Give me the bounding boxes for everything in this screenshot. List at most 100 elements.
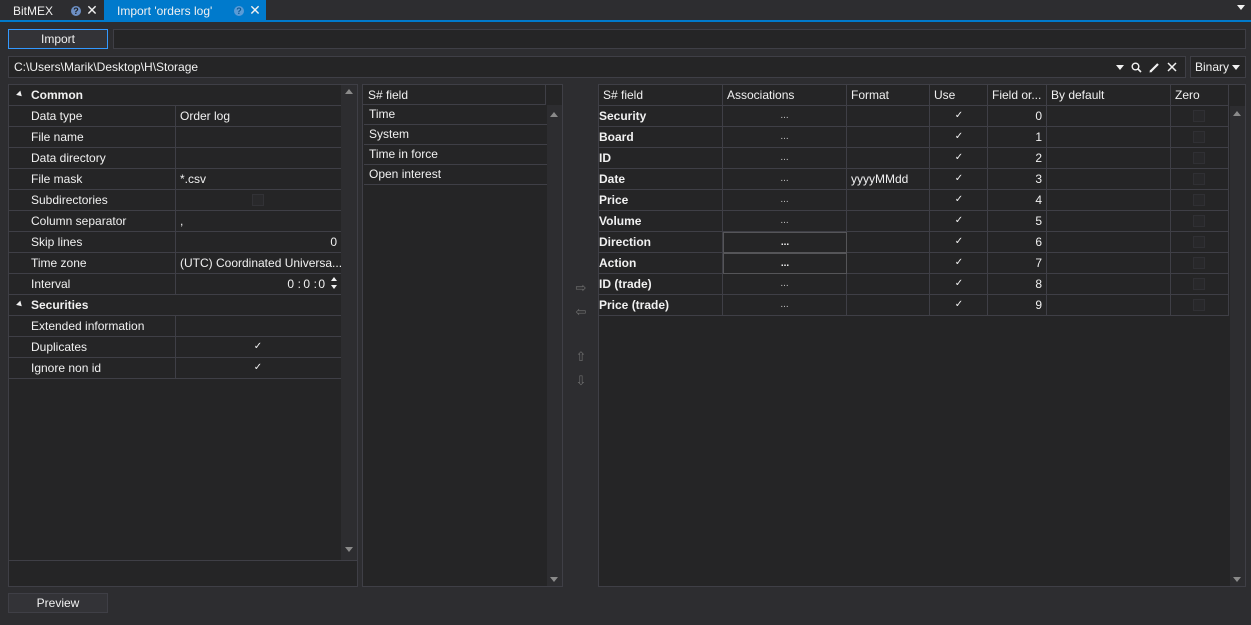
property-skip-lines[interactable]: Skip lines 0 bbox=[9, 232, 341, 253]
cell-default[interactable] bbox=[1047, 211, 1171, 232]
column-header-order[interactable]: Field or... bbox=[988, 85, 1047, 106]
cell-field[interactable]: ID (trade) bbox=[599, 274, 723, 295]
cell-zero[interactable] bbox=[1171, 190, 1229, 211]
column-header-associations[interactable]: Associations bbox=[723, 85, 847, 106]
format-select[interactable]: Binary bbox=[1190, 56, 1246, 78]
cell-default[interactable] bbox=[1047, 232, 1171, 253]
property-value[interactable] bbox=[175, 127, 341, 147]
cell-format[interactable] bbox=[847, 253, 930, 274]
cell-use[interactable]: ✓ bbox=[930, 106, 988, 127]
help-icon[interactable]: ? bbox=[234, 6, 244, 16]
cell-use[interactable]: ✓ bbox=[930, 295, 988, 316]
cell-zero[interactable] bbox=[1171, 274, 1229, 295]
category-securities[interactable]: Securities bbox=[9, 295, 341, 316]
zero-checkbox[interactable] bbox=[1193, 215, 1205, 227]
chevron-down-icon[interactable] bbox=[1116, 64, 1124, 70]
cell-field[interactable]: Action bbox=[599, 253, 723, 274]
cell-format[interactable] bbox=[847, 274, 930, 295]
help-icon[interactable]: ? bbox=[71, 6, 81, 16]
scroll-down-icon[interactable] bbox=[345, 547, 353, 552]
cell-order[interactable]: 7 bbox=[988, 253, 1047, 274]
cell-field[interactable]: Price bbox=[599, 190, 723, 211]
associations-button[interactable]: ... bbox=[723, 190, 847, 211]
zero-checkbox[interactable] bbox=[1193, 131, 1205, 143]
list-item[interactable]: Open interest bbox=[364, 165, 547, 185]
cell-zero[interactable] bbox=[1171, 232, 1229, 253]
cell-use[interactable]: ✓ bbox=[930, 190, 988, 211]
cell-default[interactable] bbox=[1047, 169, 1171, 190]
cell-default[interactable] bbox=[1047, 253, 1171, 274]
preview-button[interactable]: Preview bbox=[8, 593, 108, 613]
cell-field[interactable]: Volume bbox=[599, 211, 723, 232]
cell-field[interactable]: Direction bbox=[599, 232, 723, 253]
move-right-button[interactable]: ⇨ bbox=[569, 278, 593, 298]
list-item[interactable]: System bbox=[364, 125, 547, 145]
scroll-down-icon[interactable] bbox=[1233, 577, 1241, 582]
tab-menu-chevron-down-icon[interactable] bbox=[1237, 5, 1245, 10]
storage-path-field[interactable]: C:\Users\Marik\Desktop\H\Storage bbox=[8, 56, 1186, 78]
spin-down-icon[interactable] bbox=[331, 285, 337, 289]
property-scrollbar[interactable] bbox=[341, 85, 357, 560]
cell-format[interactable] bbox=[847, 106, 930, 127]
zero-checkbox[interactable] bbox=[1193, 194, 1205, 206]
collapse-icon[interactable] bbox=[16, 90, 24, 99]
property-duplicates[interactable]: Duplicates ✓ bbox=[9, 337, 341, 358]
scroll-up-icon[interactable] bbox=[345, 89, 353, 94]
tab-bitmex[interactable]: BitMEX ? ✕ bbox=[0, 0, 104, 22]
cell-use[interactable]: ✓ bbox=[930, 232, 988, 253]
search-icon[interactable] bbox=[1131, 62, 1142, 73]
cell-format[interactable] bbox=[847, 148, 930, 169]
cell-order[interactable]: 8 bbox=[988, 274, 1047, 295]
property-value[interactable]: *.csv bbox=[175, 169, 341, 189]
property-value[interactable]: (UTC) Coordinated Universa... bbox=[175, 253, 341, 273]
spin-up-icon[interactable] bbox=[331, 277, 337, 281]
cell-format[interactable] bbox=[847, 232, 930, 253]
use-checkbox[interactable]: ✓ bbox=[953, 278, 965, 290]
close-icon[interactable]: ✕ bbox=[249, 2, 261, 18]
cell-use[interactable]: ✓ bbox=[930, 148, 988, 169]
cell-use[interactable]: ✓ bbox=[930, 253, 988, 274]
cell-format[interactable] bbox=[847, 127, 930, 148]
use-checkbox[interactable]: ✓ bbox=[953, 110, 965, 122]
use-checkbox[interactable]: ✓ bbox=[953, 194, 965, 206]
associations-button[interactable]: ... bbox=[723, 274, 847, 295]
property-column-separator[interactable]: Column separator , bbox=[9, 211, 341, 232]
cell-default[interactable] bbox=[1047, 127, 1171, 148]
property-value[interactable]: 0 bbox=[175, 232, 341, 252]
zero-checkbox[interactable] bbox=[1193, 236, 1205, 248]
property-ignore-non-id[interactable]: Ignore non id ✓ bbox=[9, 358, 341, 379]
close-icon[interactable]: ✕ bbox=[86, 2, 98, 18]
property-value[interactable] bbox=[175, 316, 341, 336]
cell-use[interactable]: ✓ bbox=[930, 169, 988, 190]
associations-button[interactable]: ... bbox=[723, 106, 847, 127]
property-time-zone[interactable]: Time zone (UTC) Coordinated Universa... bbox=[9, 253, 341, 274]
duplicates-checkbox[interactable]: ✓ bbox=[252, 341, 264, 353]
list-item[interactable]: Time in force bbox=[364, 145, 547, 165]
column-header-use[interactable]: Use bbox=[930, 85, 988, 106]
associations-button[interactable]: ... bbox=[723, 232, 847, 253]
import-button[interactable]: Import bbox=[8, 29, 108, 49]
cell-order[interactable]: 2 bbox=[988, 148, 1047, 169]
cell-zero[interactable] bbox=[1171, 169, 1229, 190]
column-header-field[interactable]: S# field bbox=[599, 85, 723, 106]
property-subdirectories[interactable]: Subdirectories bbox=[9, 190, 341, 211]
interval-minutes[interactable]: 0 bbox=[303, 274, 310, 294]
column-header-zero[interactable]: Zero bbox=[1171, 85, 1229, 106]
cell-field[interactable]: Price (trade) bbox=[599, 295, 723, 316]
property-data-directory[interactable]: Data directory bbox=[9, 148, 341, 169]
zero-checkbox[interactable] bbox=[1193, 299, 1205, 311]
property-interval[interactable]: Interval 0 : 0 : 0 bbox=[9, 274, 341, 295]
cell-order[interactable]: 5 bbox=[988, 211, 1047, 232]
cell-zero[interactable] bbox=[1171, 253, 1229, 274]
associations-button[interactable]: ... bbox=[723, 148, 847, 169]
zero-checkbox[interactable] bbox=[1193, 278, 1205, 290]
scroll-down-icon[interactable] bbox=[550, 577, 558, 582]
cell-field[interactable]: ID bbox=[599, 148, 723, 169]
cell-default[interactable] bbox=[1047, 148, 1171, 169]
interval-editor[interactable]: 0 : 0 : 0 bbox=[175, 274, 341, 294]
zero-checkbox[interactable] bbox=[1193, 110, 1205, 122]
cell-default[interactable] bbox=[1047, 106, 1171, 127]
property-value[interactable]: Order log bbox=[175, 106, 341, 126]
cell-use[interactable]: ✓ bbox=[930, 211, 988, 232]
zero-checkbox[interactable] bbox=[1193, 152, 1205, 164]
